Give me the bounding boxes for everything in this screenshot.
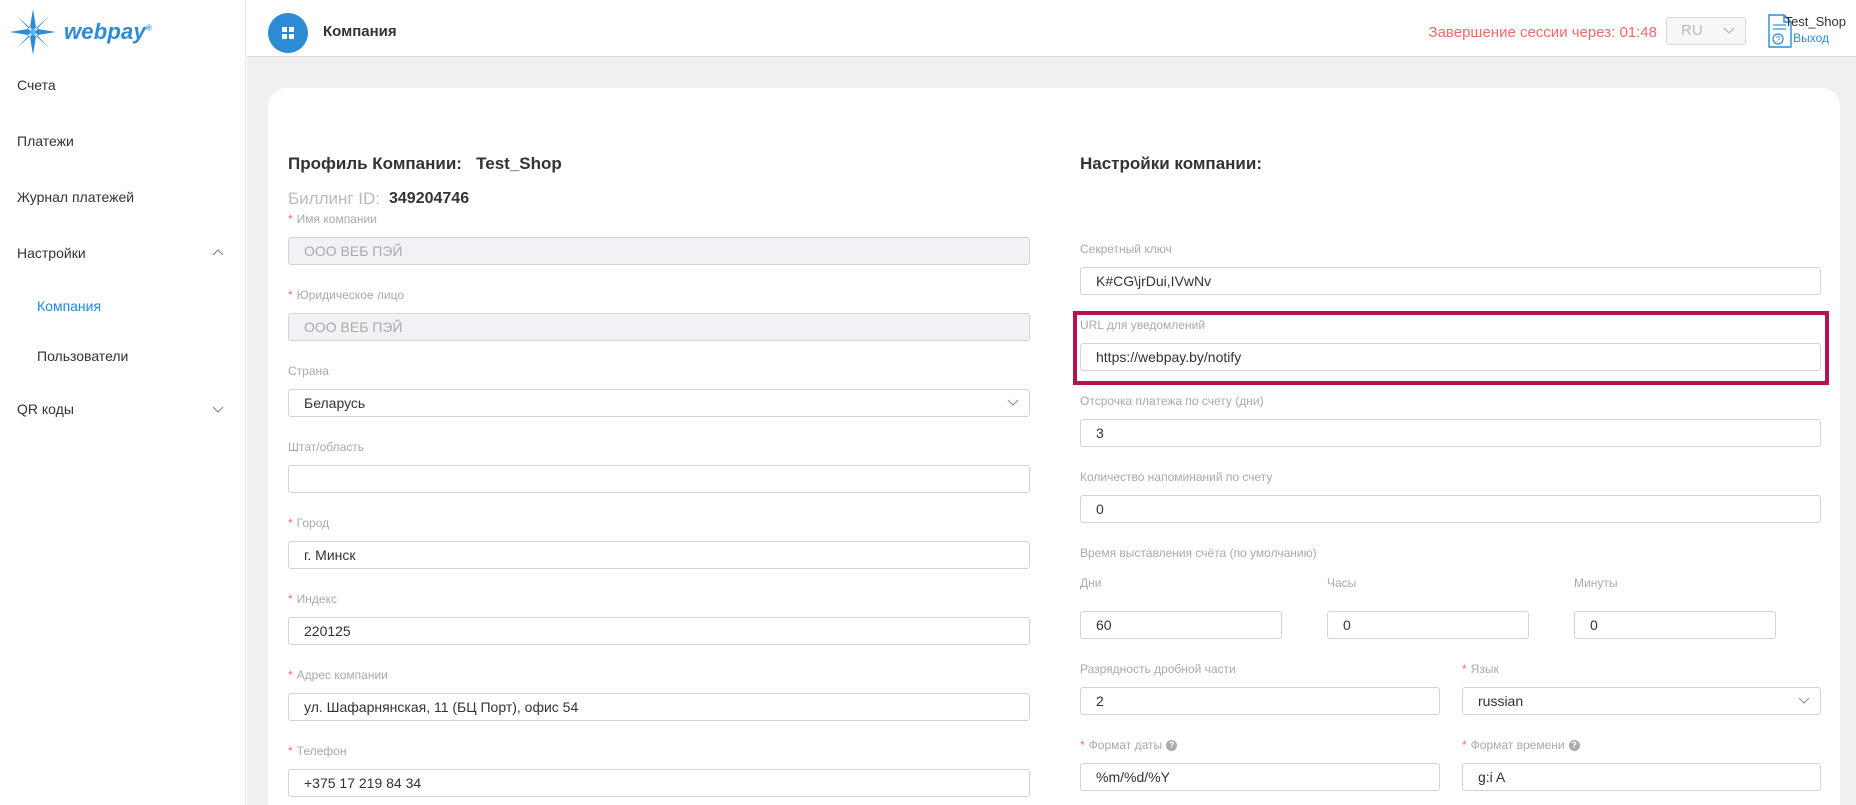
sidebar-item-label: Пользователи <box>37 348 129 364</box>
user-name: Test_Shop <box>1784 14 1846 29</box>
date-format-field[interactable]: %m/%d/%Y <box>1080 763 1440 791</box>
reminders-field[interactable]: 0 <box>1080 495 1821 523</box>
time-format-label: * Формат времени? <box>1462 738 1580 752</box>
page-title: Компания <box>323 23 397 40</box>
zip-field[interactable]: 220125 <box>288 617 1030 645</box>
decimals-field[interactable]: 2 <box>1080 687 1440 715</box>
phone-label: * Телефон <box>288 744 347 758</box>
hours-label: Часы <box>1327 576 1357 590</box>
address-label: * Адрес компании <box>288 668 388 682</box>
language-value: RU <box>1681 22 1703 39</box>
chevron-down-icon <box>1723 27 1735 34</box>
billing-label: Биллинг ID: <box>288 189 381 208</box>
sidebar-item-settings[interactable]: Настройки <box>17 245 86 261</box>
country-value: Беларусь <box>304 395 366 411</box>
help-icon[interactable]: ? <box>1166 740 1178 751</box>
company-name-label: * Имя компании <box>288 212 377 226</box>
reminders-label: Количество напоминаний по счету <box>1080 470 1273 484</box>
address-field[interactable]: ул. Шафарнянская, 11 (БЦ Порт), офис 54 <box>288 693 1030 721</box>
logo-text: webpay® <box>64 19 153 44</box>
language-label: * Язык <box>1462 662 1499 676</box>
language-dropdown-value: russian <box>1478 693 1524 709</box>
top-header: Компания Завершение сессии через: 01:48 … <box>247 0 1856 57</box>
sidebar-item-label: Настройки <box>17 245 86 261</box>
apps-grid-icon[interactable] <box>268 13 308 53</box>
secret-key-label: Секретный ключ <box>1080 242 1172 256</box>
sidebar: webpay® Счета Платежи Журнал платежей На… <box>0 0 246 805</box>
hours-field[interactable]: 0 <box>1327 611 1529 639</box>
webpay-logo[interactable]: webpay® <box>8 6 152 58</box>
company-name-field[interactable]: ООО ВЕБ ПЭЙ <box>288 237 1030 265</box>
help-icon[interactable]: ? <box>1568 740 1580 751</box>
country-select[interactable]: Беларусь <box>288 389 1030 417</box>
decimals-label: Разрядность дробной части <box>1080 662 1236 676</box>
language-dropdown[interactable]: russian <box>1462 687 1821 715</box>
profile-title: Профиль Компании: Test_Shop <box>288 154 562 173</box>
invoice-time-label: Время выставления счёта (по умолчанию) <box>1080 546 1317 560</box>
sidebar-item-label: Платежи <box>17 133 74 149</box>
city-label: * Город <box>288 516 330 530</box>
legal-entity-label: * Юридическое лицо <box>288 288 404 302</box>
sidebar-item-payments[interactable]: Платежи <box>17 133 74 149</box>
secret-key-field[interactable]: K#CG\jrDui,IVwNv <box>1080 267 1821 295</box>
days-field[interactable]: 60 <box>1080 611 1282 639</box>
sidebar-item-payment-log[interactable]: Журнал платежей <box>17 189 134 205</box>
state-field[interactable] <box>288 465 1030 493</box>
svg-text:?: ? <box>1776 35 1781 44</box>
sidebar-item-label: Журнал платежей <box>17 189 135 205</box>
sidebar-item-users[interactable]: Пользователи <box>37 348 128 364</box>
minutes-label: Минуты <box>1574 576 1618 590</box>
sidebar-item-qr-codes[interactable]: QR коды <box>17 401 74 417</box>
minutes-field[interactable]: 0 <box>1574 611 1776 639</box>
zip-label: * Индекс <box>288 592 337 606</box>
shop-name: Test_Shop <box>476 154 562 173</box>
payment-delay-label: Отсрочка платежа по счету (дни) <box>1080 394 1264 408</box>
language-select[interactable]: RU <box>1666 17 1746 45</box>
chevron-up-icon[interactable] <box>210 245 226 261</box>
logout-link[interactable]: Выход <box>1793 31 1829 45</box>
settings-title: Настройки компании: <box>1080 154 1262 173</box>
chevron-down-icon[interactable] <box>210 401 226 417</box>
sidebar-item-label: QR коды <box>17 401 74 417</box>
payment-delay-field[interactable]: 3 <box>1080 419 1821 447</box>
highlight-box <box>1073 311 1829 385</box>
state-label: Штат/область <box>288 440 365 454</box>
phone-field[interactable]: +375 17 219 84 34 <box>288 769 1030 797</box>
country-label: Страна <box>288 364 329 378</box>
legal-entity-field[interactable]: ООО ВЕБ ПЭЙ <box>288 313 1030 341</box>
days-label: Дни <box>1080 576 1102 590</box>
sidebar-item-label: Счета <box>17 77 56 93</box>
chevron-down-icon <box>1798 697 1810 704</box>
sidebar-item-company[interactable]: Компания <box>37 298 101 314</box>
webpay-star-icon <box>10 9 56 55</box>
date-format-label: * Формат даты? <box>1080 738 1178 752</box>
sidebar-item-invoices[interactable]: Счета <box>17 77 56 93</box>
city-field[interactable]: г. Минск <box>288 541 1030 569</box>
time-format-field[interactable]: g:i A <box>1462 763 1821 791</box>
session-timer: Завершение сессии через: 01:48 <box>1428 24 1657 41</box>
chevron-down-icon <box>1007 399 1019 406</box>
sidebar-item-label: Компания <box>37 298 102 314</box>
billing-id: 349204746 <box>389 190 470 207</box>
